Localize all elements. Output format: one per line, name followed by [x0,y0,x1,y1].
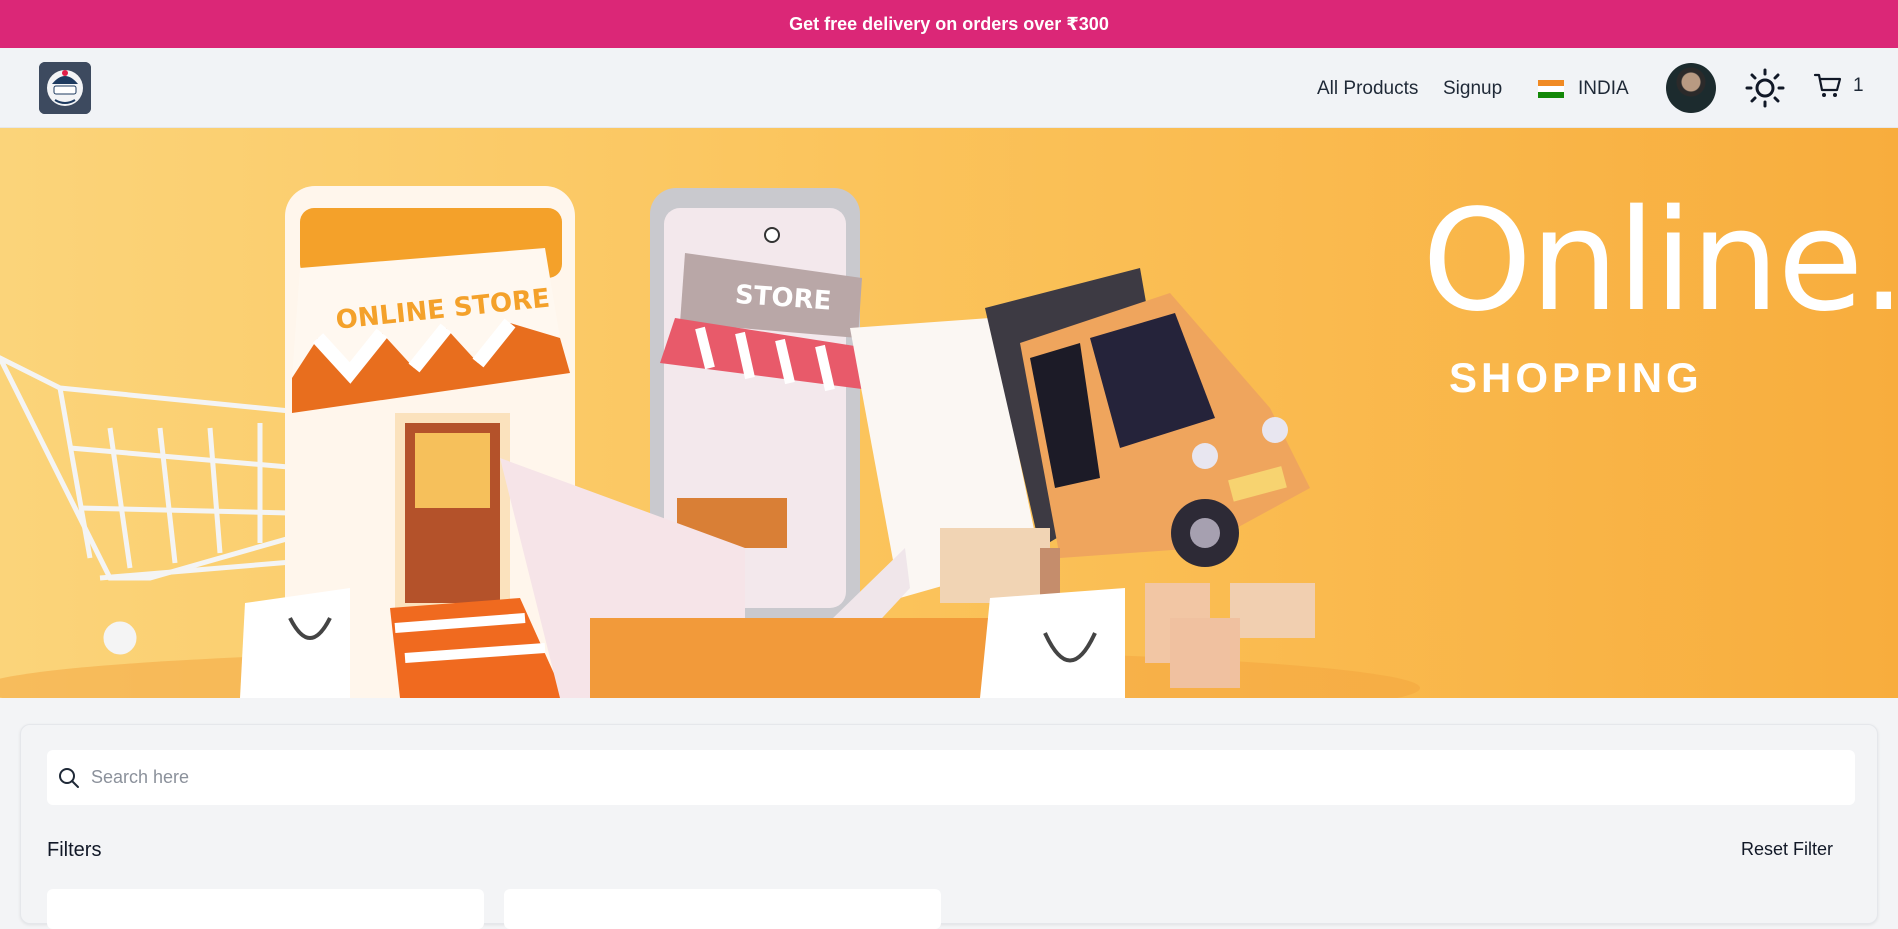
filters-title: Filters [47,839,102,861]
reset-filter-button[interactable]: Reset Filter [1741,839,1833,860]
country-selector[interactable]: INDIA [1538,78,1629,100]
nav-all-products[interactable]: All Products [1317,78,1418,100]
price-filter-select[interactable] [504,889,941,929]
promo-text: Get free delivery on orders over ₹300 [789,13,1109,34]
category-filter-select[interactable] [47,889,484,929]
search-icon [59,767,79,788]
nav-signup[interactable]: Signup [1443,78,1502,100]
cart-button[interactable]: 1 [1813,72,1864,100]
avatar[interactable] [1666,63,1716,113]
search-input[interactable] [91,767,1791,788]
india-flag-icon [1538,80,1564,98]
delivery-truck-illustration [985,268,1310,567]
search-bar[interactable] [47,750,1855,805]
cart-count: 1 [1853,75,1864,96]
logo[interactable] [39,62,91,114]
filter-panel: Filters Reset Filter [20,724,1878,929]
sun-icon[interactable] [1745,68,1785,108]
navbar: All Products Signup INDIA 1 [0,48,1898,128]
hero-subtitle: SHOPPING [1449,354,1703,401]
hero-title: Online. [1422,180,1898,343]
promo-banner: Get free delivery on orders over ₹300 [0,0,1898,48]
country-label: INDIA [1578,78,1629,99]
cart-icon [1813,73,1842,97]
logo-icon [39,62,91,114]
hero-banner: ONLINE STORE STORE Online. SHOPPING [0,128,1898,698]
